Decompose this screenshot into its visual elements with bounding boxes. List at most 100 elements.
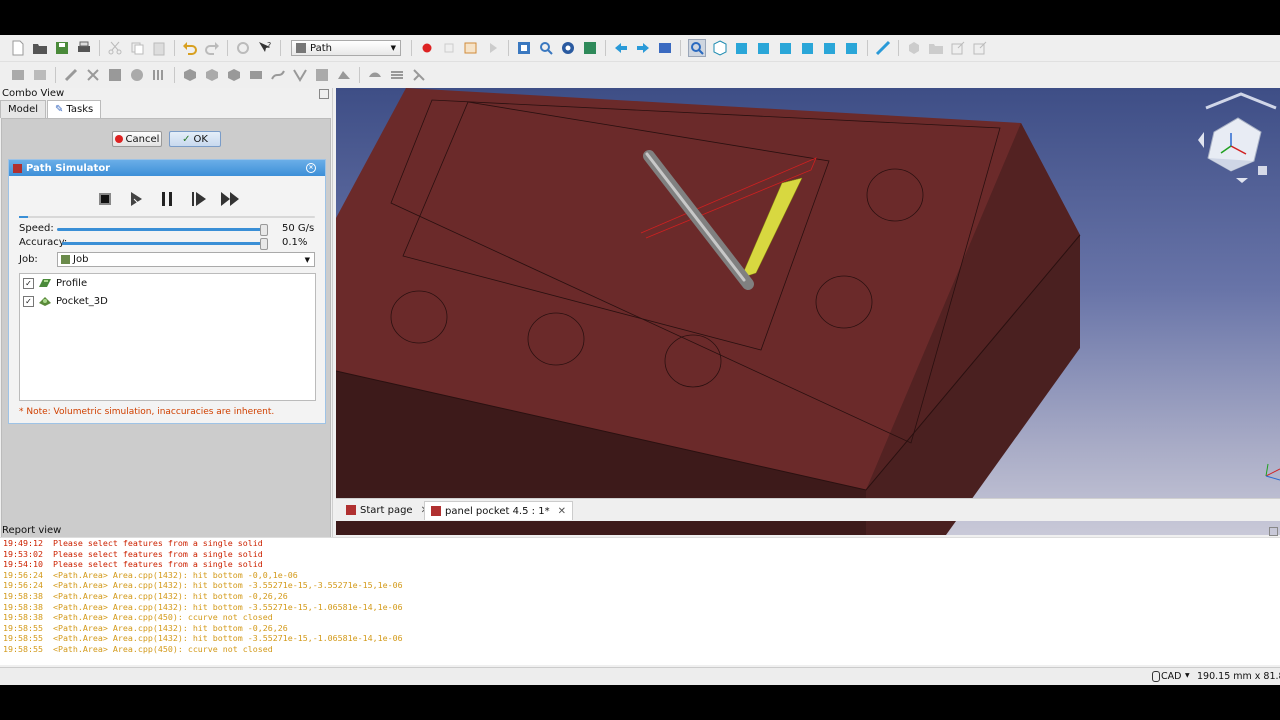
open-folder-icon[interactable]: [32, 40, 48, 56]
run-macro-icon[interactable]: [485, 40, 501, 56]
profile-op-icon: [39, 279, 51, 287]
link-actions-icon[interactable]: [972, 40, 988, 56]
whats-this-icon[interactable]: ?: [257, 40, 273, 56]
collapse-icon[interactable]: ×: [306, 163, 316, 173]
refresh-icon[interactable]: [235, 40, 251, 56]
adaptive-op-icon[interactable]: [226, 67, 242, 83]
checkbox-profile[interactable]: ✓: [23, 277, 34, 289]
status-bar: CAD ▼ 190.15 mm x 81.87 m: [0, 667, 1280, 685]
fit-selection-icon[interactable]: [538, 40, 554, 56]
toolbar-separator: [359, 67, 360, 83]
bounding-box-icon[interactable]: [582, 40, 598, 56]
record-macro-icon[interactable]: [419, 40, 435, 56]
path-simulator-header[interactable]: Path Simulator ×: [9, 160, 325, 176]
step-forward-button[interactable]: [188, 188, 210, 210]
report-view[interactable]: 19:49:12 Please select features from a s…: [0, 537, 1280, 665]
copy-icon[interactable]: [129, 40, 145, 56]
new-document-icon[interactable]: [10, 40, 26, 56]
view-front-icon[interactable]: [734, 40, 750, 56]
post-process-icon[interactable]: [32, 67, 48, 83]
fit-all-icon[interactable]: [516, 40, 532, 56]
log-line: 19:54:10 Please select features from a s…: [3, 559, 263, 570]
ok-button[interactable]: ✓ OK: [169, 131, 221, 147]
view-rear-icon[interactable]: [800, 40, 816, 56]
pocket-3d-op-icon: [39, 297, 51, 306]
view-right-icon[interactable]: [778, 40, 794, 56]
speed-value: 50 G/s: [282, 223, 315, 234]
combo-view: Combo View Model ✎ Tasks Cancel ✓ OK Path…: [0, 88, 333, 555]
surface-op-icon[interactable]: [367, 67, 383, 83]
back-arrow-icon[interactable]: [613, 40, 629, 56]
checkbox-pocket-3d[interactable]: ✓: [23, 295, 34, 307]
tab-model[interactable]: Model: [0, 100, 47, 118]
pause-button[interactable]: [156, 188, 178, 210]
profile-op-icon[interactable]: [107, 67, 123, 83]
drilling-op-icon[interactable]: [151, 67, 167, 83]
group-icon[interactable]: [928, 40, 944, 56]
play-button[interactable]: [125, 188, 147, 210]
engrave-op-icon[interactable]: [270, 67, 286, 83]
print-icon[interactable]: [76, 40, 92, 56]
stop-button[interactable]: [94, 188, 116, 210]
simulator-body: Speed: 50 G/s Accuracy: 0.1% Job: Job ▼: [9, 176, 325, 423]
tab-tasks[interactable]: ✎ Tasks: [47, 100, 102, 118]
toolbar-separator: [99, 40, 100, 56]
helix-op-icon[interactable]: [204, 67, 220, 83]
chevron-down-icon: ▼: [390, 44, 396, 52]
log-lines: 19:49:12 Please select features from a s…: [3, 538, 1280, 655]
dimensions-readout: 190.15 mm x 81.87 m: [1197, 671, 1280, 682]
navigation-style-label[interactable]: CAD: [1161, 671, 1181, 682]
tool-bit-icon[interactable]: [63, 67, 79, 83]
cancel-button[interactable]: Cancel: [112, 131, 162, 147]
macro-edit-icon[interactable]: [463, 40, 479, 56]
measure-distance-icon[interactable]: [875, 40, 891, 56]
undo-icon[interactable]: [182, 40, 198, 56]
accuracy-slider[interactable]: [62, 242, 267, 245]
forward-arrow-icon[interactable]: [635, 40, 651, 56]
fast-forward-button[interactable]: [219, 188, 241, 210]
accuracy-slider-handle[interactable]: [259, 238, 268, 250]
simulation-progress-fill: [19, 216, 28, 218]
redo-icon[interactable]: [204, 40, 220, 56]
combo-view-title: Combo View: [2, 88, 65, 99]
zoom-icon[interactable]: [688, 39, 706, 57]
vcarve-op-icon[interactable]: [292, 67, 308, 83]
3d-view[interactable]: [336, 88, 1280, 535]
face-op-icon[interactable]: [182, 67, 198, 83]
job-create-icon[interactable]: [10, 67, 26, 83]
list-item[interactable]: ✓ Pocket_3D: [23, 295, 108, 307]
main-toolbar: ? Path ▼: [0, 35, 1280, 62]
navigation-cube[interactable]: [1198, 92, 1277, 183]
stop-macro-icon[interactable]: [441, 40, 457, 56]
paste-icon[interactable]: [151, 40, 167, 56]
part-icon[interactable]: [906, 40, 922, 56]
tool-library-icon[interactable]: [85, 67, 101, 83]
dock-float-icon[interactable]: [319, 89, 329, 99]
speed-slider-handle[interactable]: [259, 224, 268, 236]
save-icon[interactable]: [54, 40, 70, 56]
mouse-icon: [1152, 671, 1160, 682]
view-left-icon[interactable]: [844, 40, 860, 56]
waterline-op-icon[interactable]: [389, 67, 405, 83]
view-bottom-icon[interactable]: [822, 40, 838, 56]
dock-float-icon[interactable]: [1269, 527, 1278, 536]
svg-text:?: ?: [267, 41, 271, 50]
speed-slider[interactable]: [57, 228, 267, 231]
link-icon[interactable]: [950, 40, 966, 56]
cut-icon[interactable]: [107, 40, 123, 56]
workbench-selector[interactable]: Path ▼: [291, 40, 401, 56]
list-item[interactable]: ✓ Profile: [23, 277, 87, 289]
tab-start-page[interactable]: Start page ✕: [340, 501, 435, 519]
pocket-op-icon[interactable]: [129, 67, 145, 83]
slot-op-icon[interactable]: [248, 67, 264, 83]
deburr-op-icon[interactable]: [314, 67, 330, 83]
thread-milling-icon[interactable]: [411, 67, 427, 83]
sync-view-icon[interactable]: [657, 40, 673, 56]
job-select[interactable]: Job ▼: [57, 252, 315, 267]
close-icon[interactable]: ✕: [554, 506, 566, 517]
view-isometric-icon[interactable]: [712, 40, 728, 56]
dressup-icon[interactable]: [336, 67, 352, 83]
draw-style-icon[interactable]: [560, 40, 576, 56]
view-top-icon[interactable]: [756, 40, 772, 56]
tab-panel-pocket[interactable]: panel pocket 4.5 : 1* ✕: [424, 501, 573, 520]
